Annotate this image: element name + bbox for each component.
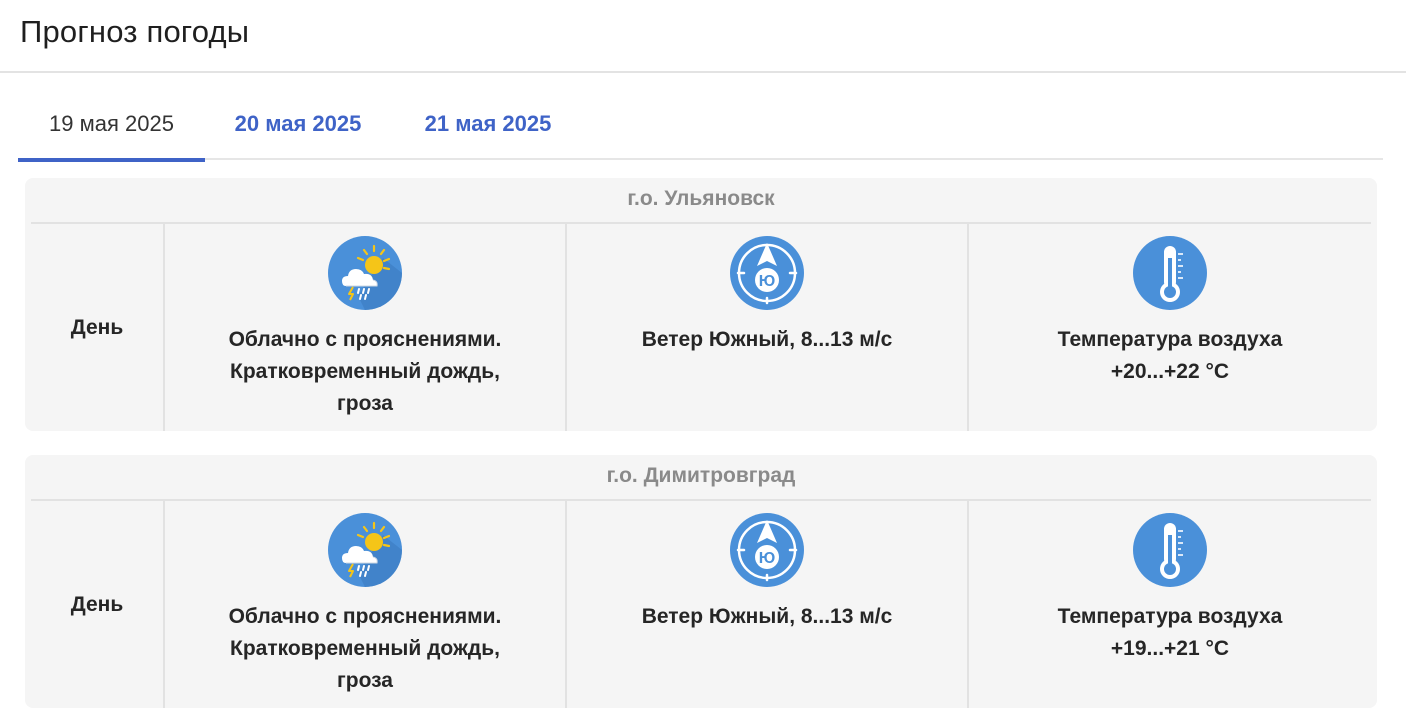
condition-line: гроза (337, 392, 393, 415)
wind-text: Ветер Южный, 8...13 м/с (641, 605, 893, 628)
wind-text: Ветер Южный, 8...13 м/с (641, 328, 893, 351)
condition-line: Кратковременный дождь, (230, 360, 500, 383)
condition-text: Облачно с прояснениями. Кратковременный … (175, 601, 555, 697)
period-label: День (70, 316, 124, 339)
condition-line: Облачно с прояснениями. (228, 328, 502, 351)
wind-direction-letter: Ю (759, 550, 776, 567)
forecast-card: г.о. Ульяновск День Облачно с прояснения… (25, 178, 1377, 431)
condition-cell: Облачно с прояснениями. Кратковременный … (165, 224, 567, 431)
cloud-sun-rain-thunder-icon (328, 236, 402, 310)
condition-line: Облачно с прояснениями. (228, 605, 502, 628)
period-cell: День (31, 501, 165, 708)
temperature-cell: Температура воздуха +20...+22 °C (969, 224, 1371, 431)
condition-text: Облачно с прояснениями. Кратковременный … (175, 324, 555, 420)
thermometer-icon (1133, 513, 1207, 587)
cloud-sun-rain-thunder-icon (328, 513, 402, 587)
location-title: г.о. Ульяновск (31, 178, 1371, 224)
thermometer-icon (1133, 236, 1207, 310)
page-title: Прогноз погоды (20, 14, 250, 49)
wind-cell: Ю Ветер Южный, 8...13 м/с (567, 224, 969, 431)
forecast-card: г.о. Димитровград День Облачно с проясне… (25, 455, 1377, 708)
tab-19-may[interactable]: 19 мая 2025 (18, 98, 205, 162)
period-label: День (70, 593, 124, 616)
period-cell: День (31, 224, 165, 431)
tab-20-may[interactable]: 20 мая 2025 (218, 98, 378, 160)
wind-cell: Ю Ветер Южный, 8...13 м/с (567, 501, 969, 708)
condition-line: гроза (337, 669, 393, 692)
condition-cell: Облачно с прояснениями. Кратковременный … (165, 501, 567, 708)
wind-south-compass-icon: Ю (730, 513, 804, 587)
temperature-label: Температура воздуха (1057, 605, 1283, 628)
wind-south-compass-icon: Ю (730, 236, 804, 310)
location-title: г.о. Димитровград (31, 455, 1371, 501)
wind-direction-letter: Ю (759, 273, 776, 290)
temperature-text: Температура воздуха +20...+22 °C (979, 324, 1361, 388)
tab-21-may[interactable]: 21 мая 2025 (408, 98, 568, 160)
date-tabs: 19 мая 2025 20 мая 2025 21 мая 2025 (18, 98, 1383, 162)
temperature-text: Температура воздуха +19...+21 °C (979, 601, 1361, 665)
temperature-value: +19...+21 °C (1110, 637, 1230, 660)
condition-line: Кратковременный дождь, (230, 637, 500, 660)
temperature-label: Температура воздуха (1057, 328, 1283, 351)
page-header: Прогноз погоды (0, 0, 1406, 73)
temperature-value: +20...+22 °C (1110, 360, 1230, 383)
temperature-cell: Температура воздуха +19...+21 °C (969, 501, 1371, 708)
